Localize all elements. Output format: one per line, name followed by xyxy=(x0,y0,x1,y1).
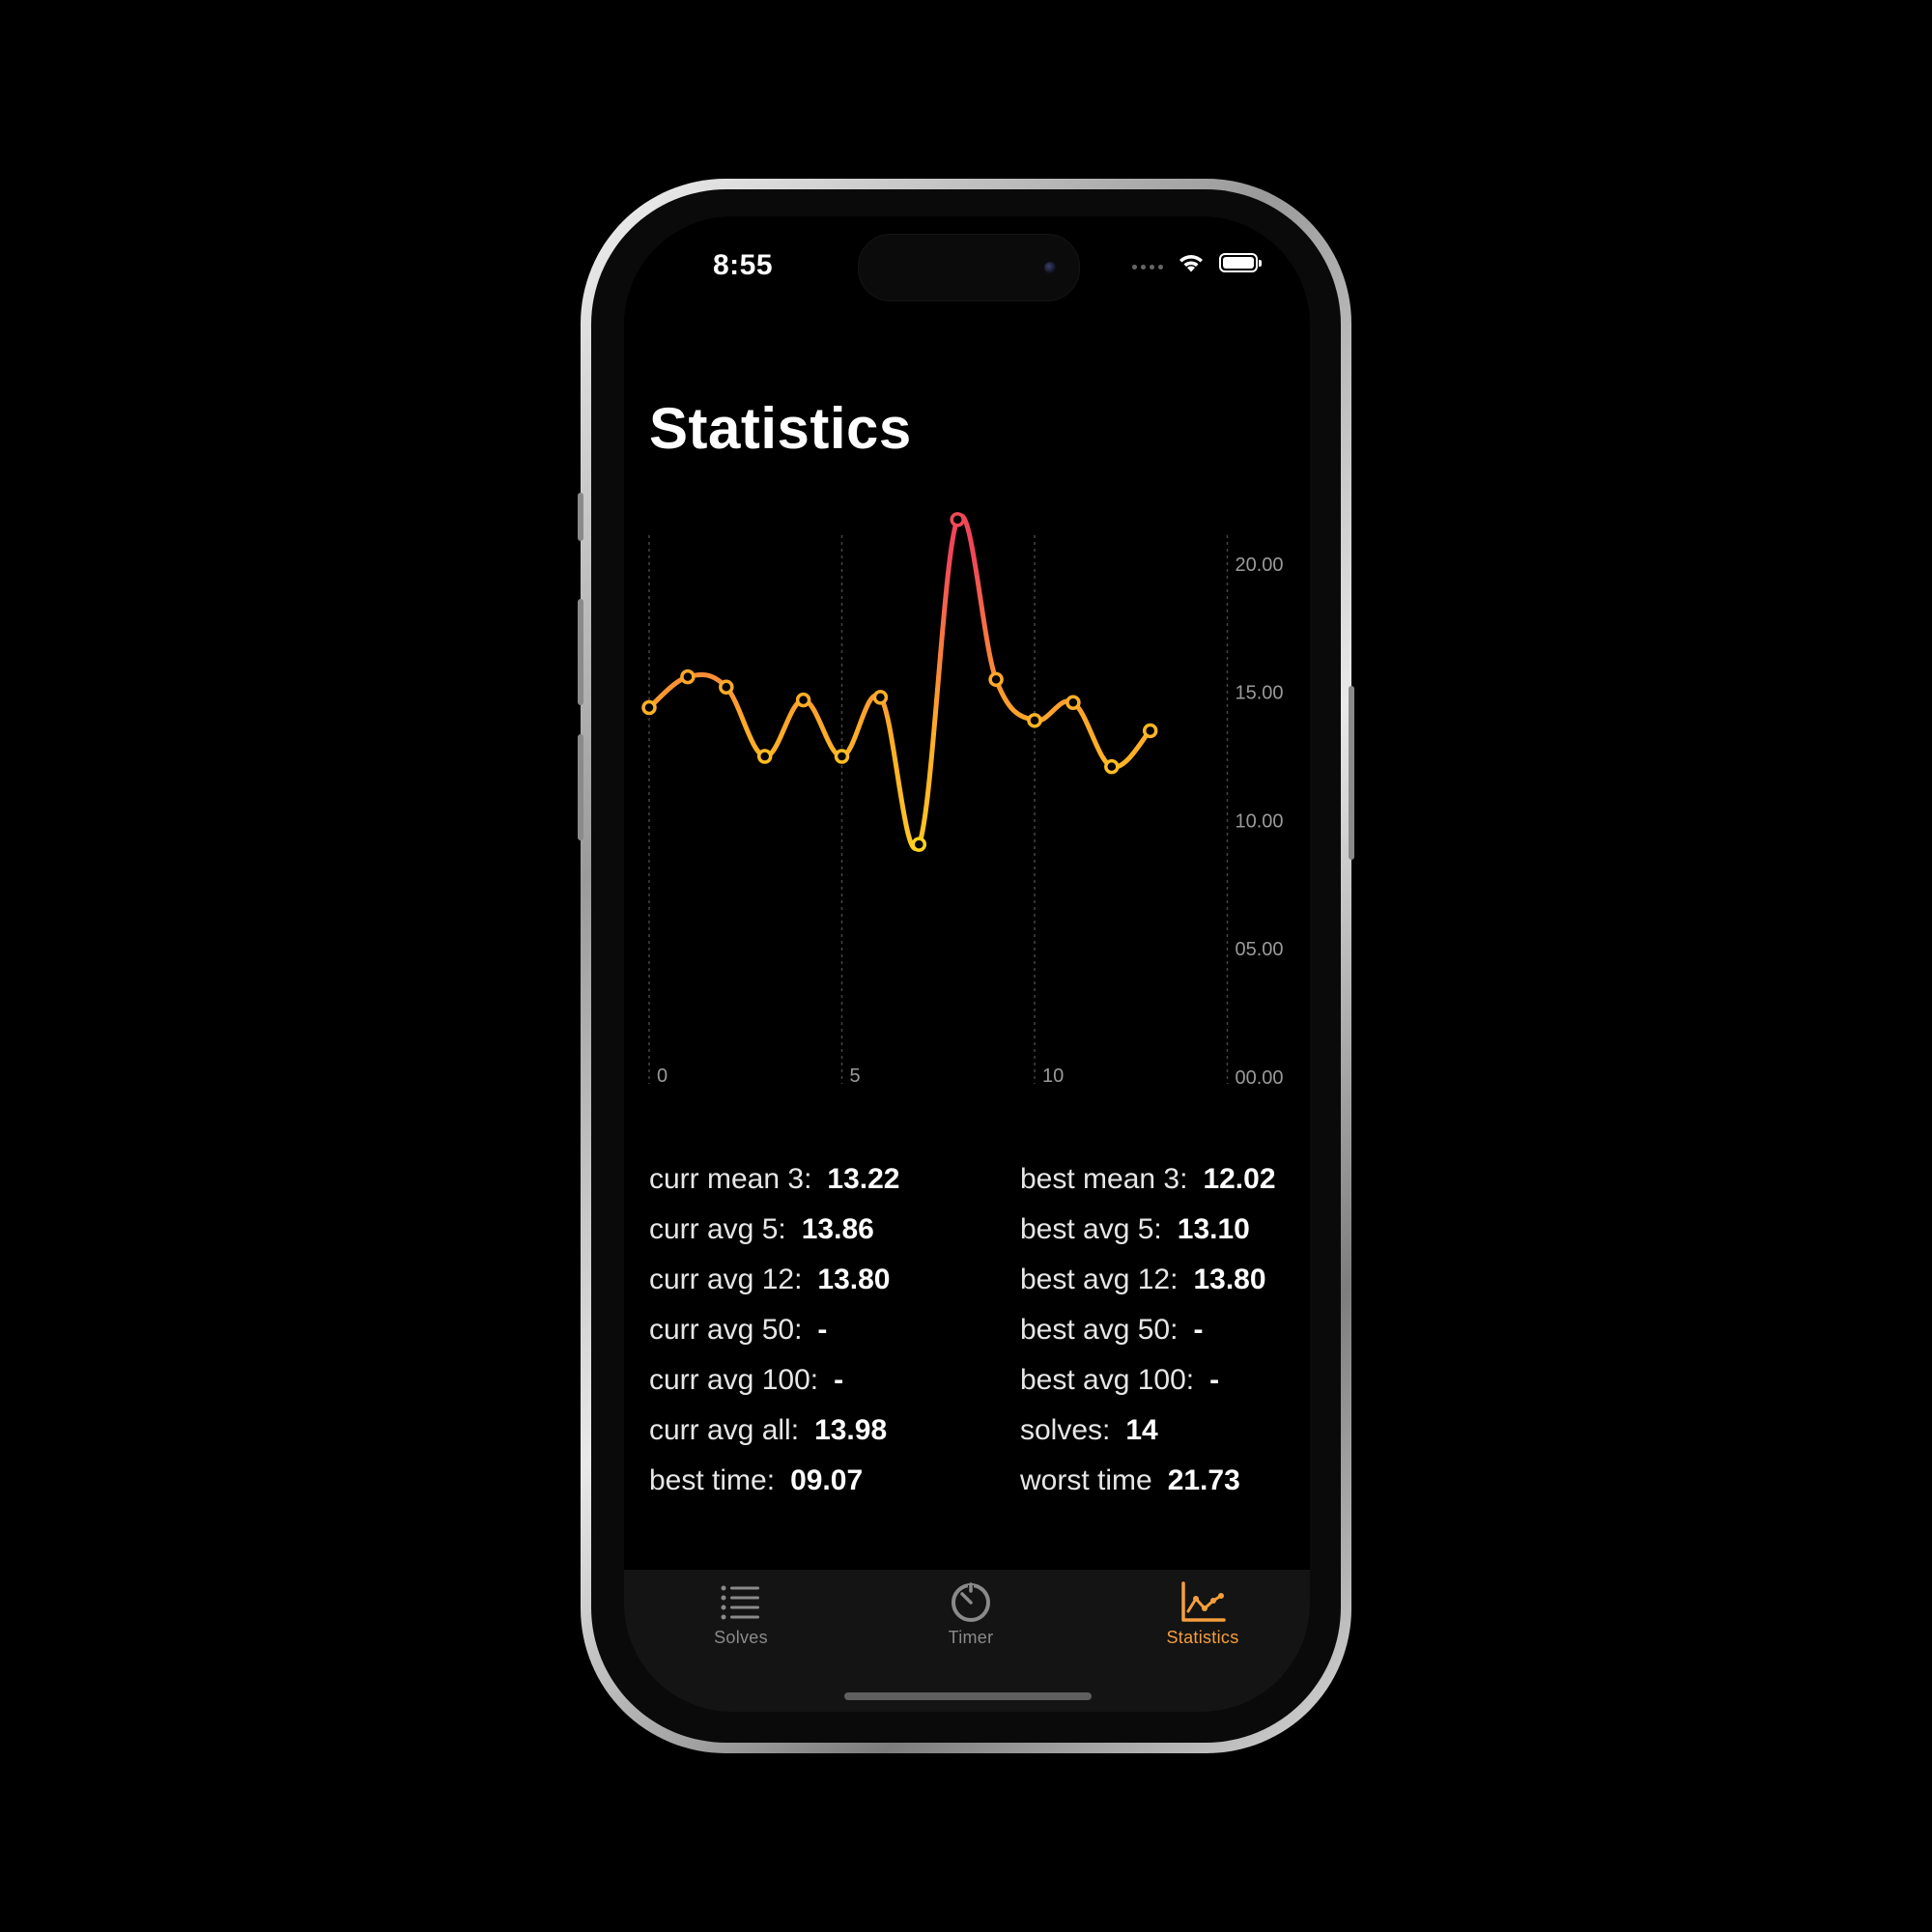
stat-value: 13.10 xyxy=(1177,1213,1250,1245)
stat-value: - xyxy=(1193,1314,1204,1346)
stat-row: solves: 14 xyxy=(1020,1414,1310,1464)
tab-solves-label: Solves xyxy=(714,1628,768,1647)
stat-row: curr mean 3: 13.22 xyxy=(649,1163,968,1213)
tab-timer[interactable]: Timer xyxy=(894,1579,1048,1657)
home-indicator[interactable] xyxy=(844,1692,1092,1700)
data-point[interactable] xyxy=(1027,713,1042,728)
stat-value: 13.80 xyxy=(817,1264,891,1295)
stat-label: best avg 12: xyxy=(1020,1264,1179,1295)
volume-down-button xyxy=(578,734,583,840)
y-tick-label: 15.00 xyxy=(1236,683,1284,704)
stat-label: best avg 50: xyxy=(1020,1314,1179,1346)
tab-statistics[interactable]: Statistics xyxy=(1125,1579,1280,1657)
stats-left-column: curr mean 3: 13.22 curr avg 5: 13.86 curr av… xyxy=(649,1163,968,1515)
stat-label: curr avg all: xyxy=(649,1414,800,1446)
stat-row: best avg 100: - xyxy=(1020,1364,1310,1414)
data-point[interactable] xyxy=(834,749,850,764)
stat-row: best mean 3: 12.02 xyxy=(1020,1163,1310,1213)
stat-value: 13.22 xyxy=(827,1163,900,1195)
stat-value: 12.02 xyxy=(1203,1163,1276,1195)
list-icon xyxy=(721,1585,759,1620)
stat-label: worst time xyxy=(1020,1464,1152,1496)
stat-value: - xyxy=(1209,1364,1220,1396)
stat-row: worst time 21.73 xyxy=(1020,1464,1310,1515)
stat-value: 09.07 xyxy=(790,1464,864,1496)
power-button xyxy=(1349,686,1354,860)
x-tick-label: 5 xyxy=(850,1065,861,1087)
data-point[interactable] xyxy=(950,512,965,527)
stat-value: 13.98 xyxy=(814,1414,888,1446)
stat-row: curr avg 100: - xyxy=(649,1364,968,1414)
volume-up-button xyxy=(578,599,583,705)
stats-right-column: best mean 3: 12.02 best avg 5: 13.10 best av… xyxy=(1020,1163,1310,1515)
data-point[interactable] xyxy=(911,837,927,852)
data-point[interactable] xyxy=(795,692,811,708)
stopwatch-icon xyxy=(952,1582,990,1622)
stat-row: best avg 50: - xyxy=(1020,1314,1310,1364)
y-tick-label: 20.00 xyxy=(1236,554,1284,576)
solve-times-chart: 0 5 10 00.00 05.00 10.00 15.00 20.00 xyxy=(641,512,1284,1089)
tab-statistics-label: Statistics xyxy=(1166,1628,1239,1647)
chart-icon xyxy=(1181,1581,1226,1622)
stat-row: best avg 12: 13.80 xyxy=(1020,1264,1310,1314)
stat-label: curr avg 5: xyxy=(649,1213,786,1245)
y-tick-label: 10.00 xyxy=(1236,810,1284,832)
stat-row: curr avg 5: 13.86 xyxy=(649,1213,968,1264)
y-tick-label: 00.00 xyxy=(1236,1067,1284,1089)
stat-label: solves: xyxy=(1020,1414,1111,1446)
stat-label: best time: xyxy=(649,1464,776,1496)
data-point[interactable] xyxy=(872,690,889,705)
x-tick-label: 0 xyxy=(657,1065,668,1087)
stat-row: curr avg 12: 13.80 xyxy=(649,1264,968,1314)
stat-value: - xyxy=(834,1364,844,1396)
data-point[interactable] xyxy=(1104,758,1120,775)
phone-screen: 8:55 Statistics 0 5 10 00.00 05.00 10.00… xyxy=(624,216,1310,1712)
stat-value: 14 xyxy=(1125,1414,1158,1446)
stat-label: best mean 3: xyxy=(1020,1163,1188,1195)
stat-row: best time: 09.07 xyxy=(649,1464,968,1515)
stat-label: best avg 5: xyxy=(1020,1213,1162,1245)
tab-solves[interactable]: Solves xyxy=(664,1579,818,1657)
stat-value: 13.80 xyxy=(1193,1264,1266,1295)
data-point[interactable] xyxy=(988,671,1004,688)
stat-label: curr mean 3: xyxy=(649,1163,812,1195)
stat-label: best avg 100: xyxy=(1020,1364,1195,1396)
stat-label: curr avg 100: xyxy=(649,1364,819,1396)
data-point[interactable] xyxy=(1142,723,1158,739)
data-point[interactable] xyxy=(756,749,773,764)
stat-row: curr avg 50: - xyxy=(649,1314,968,1364)
data-point[interactable] xyxy=(719,679,734,696)
data-point[interactable] xyxy=(680,668,696,685)
stat-value: 21.73 xyxy=(1167,1464,1240,1496)
stat-row: curr avg all: 13.98 xyxy=(649,1414,968,1464)
action-button xyxy=(578,493,583,541)
y-tick-label: 05.00 xyxy=(1236,939,1284,960)
tab-bar: Solves Timer Statistics xyxy=(624,1570,1310,1712)
tab-timer-label: Timer xyxy=(948,1628,994,1647)
stat-label: curr avg 12: xyxy=(649,1264,803,1295)
stat-value: 13.86 xyxy=(801,1213,874,1245)
data-point[interactable] xyxy=(1065,695,1081,710)
stat-label: curr avg 50: xyxy=(649,1314,803,1346)
data-point[interactable] xyxy=(641,699,657,716)
stat-row: best avg 5: 13.10 xyxy=(1020,1213,1310,1264)
stat-value: - xyxy=(817,1314,828,1346)
x-tick-label: 10 xyxy=(1042,1065,1064,1087)
